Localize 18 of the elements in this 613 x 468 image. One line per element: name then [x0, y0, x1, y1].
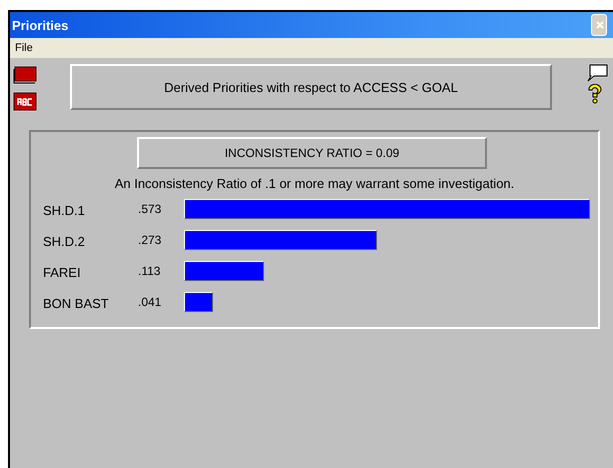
inconsistency-ratio-panel: INCONSISTENCY RATIO = 0.09 — [137, 137, 487, 169]
alternative-name: SH.D.2 — [42, 233, 86, 249]
priority-value: .113 — [138, 264, 162, 278]
alternative-name: BON BAST — [42, 295, 110, 311]
priority-value: .573 — [138, 202, 162, 216]
priority-value: .041 — [138, 294, 162, 308]
book-icon[interactable] — [13, 66, 37, 84]
header-panel: Derived Priorities with respect to ACCESS < GOAL — [70, 64, 552, 110]
window-title: Priorities — [11, 18, 68, 32]
menu-item[interactable]: File — [15, 42, 33, 54]
help-icon[interactable] — [586, 84, 604, 104]
inconsistency-note: An Inconsistency Ratio of .1 or more may warrant some investigation. — [114, 176, 516, 191]
speech-bubble-icon[interactable] — [586, 64, 608, 82]
alternative-name: FAREI — [42, 264, 82, 280]
abc-book-icon[interactable] — [13, 92, 37, 112]
alternative-name: SH.D.1 — [42, 202, 86, 218]
priority-value: .273 — [138, 232, 162, 246]
priority-bar — [184, 292, 214, 312]
